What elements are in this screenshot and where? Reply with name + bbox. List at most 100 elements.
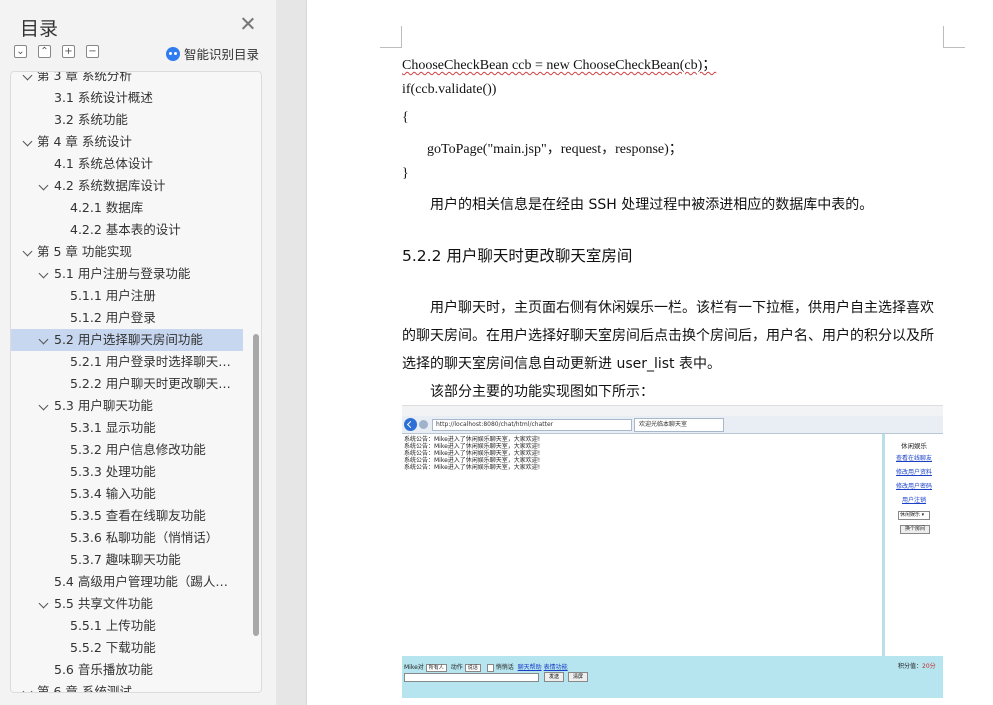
shot-tab: 欢迎光临本聊天室: [634, 418, 724, 432]
embedded-screenshot: http://localhost:8080/chat/html/chatter …: [402, 405, 943, 698]
toc-item-label: 第 4 章 系统设计: [37, 134, 132, 149]
forward-icon: [419, 420, 428, 429]
toc-item[interactable]: 4.2.2 基本表的设计: [11, 219, 243, 241]
toc-item-label: 5.3 用户聊天功能: [54, 398, 153, 413]
code-line: ChooseCheckBean ccb = new ChooseCheckBea…: [402, 58, 717, 73]
chevron-down-icon[interactable]: [22, 686, 33, 692]
close-icon[interactable]: [238, 14, 258, 34]
shot-message: 系统公告：Mike进入了休闲娱乐聊天室，大家欢迎!: [404, 450, 541, 457]
toc-item-label: 5.3.4 输入功能: [70, 486, 156, 501]
toc-item[interactable]: 第 6 章 系统测试: [11, 681, 243, 692]
toc-item[interactable]: 第 4 章 系统设计: [11, 131, 243, 153]
chevron-down-icon[interactable]: [38, 334, 49, 345]
shot-clear-button: 清屏: [568, 672, 588, 682]
toc-item[interactable]: 5.2.2 用户聊天时更改聊天室房间: [11, 373, 243, 395]
toc-item-label: 3.1 系统设计概述: [54, 90, 153, 105]
toc-item-label: 第 3 章 系统分析: [37, 71, 132, 83]
toc-item[interactable]: 3.2 系统功能: [11, 109, 243, 131]
toc-item-label: 5.2 用户选择聊天房间功能: [54, 332, 203, 347]
shot-address-bar: http://localhost:8080/chat/html/chatter …: [402, 416, 943, 434]
paragraph-line: 选择的聊天室房间信息自动更新进 user_list 表中。: [402, 356, 721, 372]
section-heading: 5.2.2 用户聊天时更改聊天室房间: [402, 247, 633, 265]
toc-item[interactable]: 5.2 用户选择聊天房间功能: [11, 329, 243, 351]
margin-mark-right: [943, 26, 965, 48]
toc-item[interactable]: 5.3.5 查看在线聊友功能: [11, 505, 243, 527]
toc-item-label: 4.1 系统总体设计: [54, 156, 153, 171]
toc-item[interactable]: 5.3 用户聊天功能: [11, 395, 243, 417]
toc-item-label: 4.2.2 基本表的设计: [70, 222, 181, 237]
ai-toc-button[interactable]: 智能识别目录: [166, 44, 259, 62]
toc-item[interactable]: 5.5.1 上传功能: [11, 615, 243, 637]
toc-item[interactable]: 3.1 系统设计概述: [11, 87, 243, 109]
toc-item[interactable]: 第 5 章 功能实现: [11, 241, 243, 263]
shot-message-input: [404, 673, 539, 682]
toc-item[interactable]: 5.3.6 私聊功能（悄悄话）: [11, 527, 243, 549]
chevron-down-icon[interactable]: [22, 136, 33, 147]
toc-item[interactable]: 5.5 共享文件功能: [11, 593, 243, 615]
shot-message: 系统公告：Mike进入了休闲娱乐聊天室，大家欢迎!: [404, 464, 541, 471]
back-icon: [404, 418, 417, 431]
toc-item[interactable]: 5.4 高级用户管理功能（踢人禁言）: [11, 571, 243, 593]
chevron-down-icon[interactable]: [38, 400, 49, 411]
toc-item[interactable]: 5.3.1 显示功能: [11, 417, 243, 439]
toc-item[interactable]: 5.1.1 用户注册: [11, 285, 243, 307]
shot-right-panel: 休闲娱乐 查看在线聊友 修改用户资料 修改用户密码 用户注销 休闲娱乐 ▾ 换个…: [882, 434, 943, 656]
shot-link: 修改用户资料: [895, 469, 932, 476]
paragraph-line: 的聊天房间。在用户选择好聊天室房间后点击换个房间后，用户名、用户的积分以及所: [402, 328, 934, 344]
toc-item-label: 第 5 章 功能实现: [37, 244, 132, 259]
toc-item-label: 5.3.6 私聊功能（悄悄话）: [70, 530, 219, 545]
toc-item-label: 3.2 系统功能: [54, 112, 128, 127]
toc-item-label: 5.5 共享文件功能: [54, 596, 153, 611]
code-line: {: [402, 110, 409, 125]
toc-item[interactable]: 5.6 音乐播放功能: [11, 659, 243, 681]
figure-intro: 该部分主要的功能实现图如下所示：: [430, 384, 654, 400]
toc-item-label: 5.4 高级用户管理功能（踢人禁言）: [54, 574, 243, 589]
chevron-down-icon[interactable]: [38, 268, 49, 279]
shot-titlebar: [402, 406, 943, 416]
toc-item[interactable]: 5.5.2 下载功能: [11, 637, 243, 659]
code-line: }: [402, 166, 409, 181]
toc-item[interactable]: 第 3 章 系统分析: [11, 71, 243, 87]
shot-input-controls: Mike对 所有人 动作 说话 悄悄话 聊天帮助 表情功能: [404, 663, 568, 672]
toc-item[interactable]: 4.2 系统数据库设计: [11, 175, 243, 197]
collapse-all-icon[interactable]: ⌃: [38, 45, 51, 58]
remove-icon[interactable]: −: [86, 45, 99, 58]
toc-item-label: 5.6 音乐播放功能: [54, 662, 153, 677]
toc-item-label: 4.2.1 数据库: [70, 200, 144, 215]
toc-item[interactable]: 5.3.3 处理功能: [11, 461, 243, 483]
toc-item-label: 5.2.1 用户登录时选择聊天室房间: [70, 354, 243, 369]
code-line: goToPage("main.jsp"，request，response)；: [427, 142, 683, 157]
toc-item[interactable]: 5.2.1 用户登录时选择聊天室房间: [11, 351, 243, 373]
paragraph-line: 用户聊天时，主页面右侧有休闲娱乐一栏。该栏有一下拉框，供用户自主选择喜欢: [430, 300, 934, 316]
toc-item-label: 5.3.2 用户信息修改功能: [70, 442, 206, 457]
shot-link: 修改用户密码: [895, 483, 932, 490]
shot-link: 查看在线聊友: [895, 455, 932, 462]
chevron-down-icon[interactable]: [38, 598, 49, 609]
document-area: ChooseCheckBean ccb = new ChooseCheckBea…: [276, 0, 993, 705]
add-icon[interactable]: +: [62, 45, 75, 58]
shot-link: 用户注销: [901, 497, 926, 504]
toc-item-label: 5.3.5 查看在线聊友功能: [70, 508, 206, 523]
shot-change-room-button: 换个房间: [900, 525, 930, 534]
chevron-down-icon[interactable]: [38, 180, 49, 191]
toc-item[interactable]: 5.1 用户注册与登录功能: [11, 263, 243, 285]
toc-item-label: 5.5.2 下载功能: [70, 640, 156, 655]
toc-item[interactable]: 5.3.7 趣味聊天功能: [11, 549, 243, 571]
ai-robot-icon: [166, 47, 180, 61]
shot-message: 系统公告：Mike进入了休闲娱乐聊天室，大家欢迎!: [404, 443, 541, 450]
toc-scrollbar[interactable]: [253, 334, 259, 636]
toc-item[interactable]: 5.1.2 用户登录: [11, 307, 243, 329]
toc-item[interactable]: 5.3.4 输入功能: [11, 483, 243, 505]
toc-sidebar: 目录 ⌄ ⌃ + − 智能识别目录 第 3 章 系统分析 3.1 系统设计概述 3.…: [0, 0, 276, 705]
shot-url: http://localhost:8080/chat/html/chatter: [432, 419, 632, 431]
toc-item[interactable]: 4.1 系统总体设计: [11, 153, 243, 175]
toc-item[interactable]: 4.2.1 数据库: [11, 197, 243, 219]
chevron-down-icon[interactable]: [22, 72, 33, 81]
toc-list: 第 3 章 系统分析 3.1 系统设计概述 3.2 系统功能第 4 章 系统设计 4.…: [11, 71, 243, 692]
chevron-down-icon[interactable]: [22, 246, 33, 257]
expand-all-icon[interactable]: ⌄: [14, 45, 27, 58]
toc-item[interactable]: 5.3.2 用户信息修改功能: [11, 439, 243, 461]
shot-right-title: 休闲娱乐: [901, 442, 927, 450]
document-page: ChooseCheckBean ccb = new ChooseCheckBea…: [307, 0, 993, 705]
toc-item-label: 5.2.2 用户聊天时更改聊天室房间: [70, 376, 243, 391]
